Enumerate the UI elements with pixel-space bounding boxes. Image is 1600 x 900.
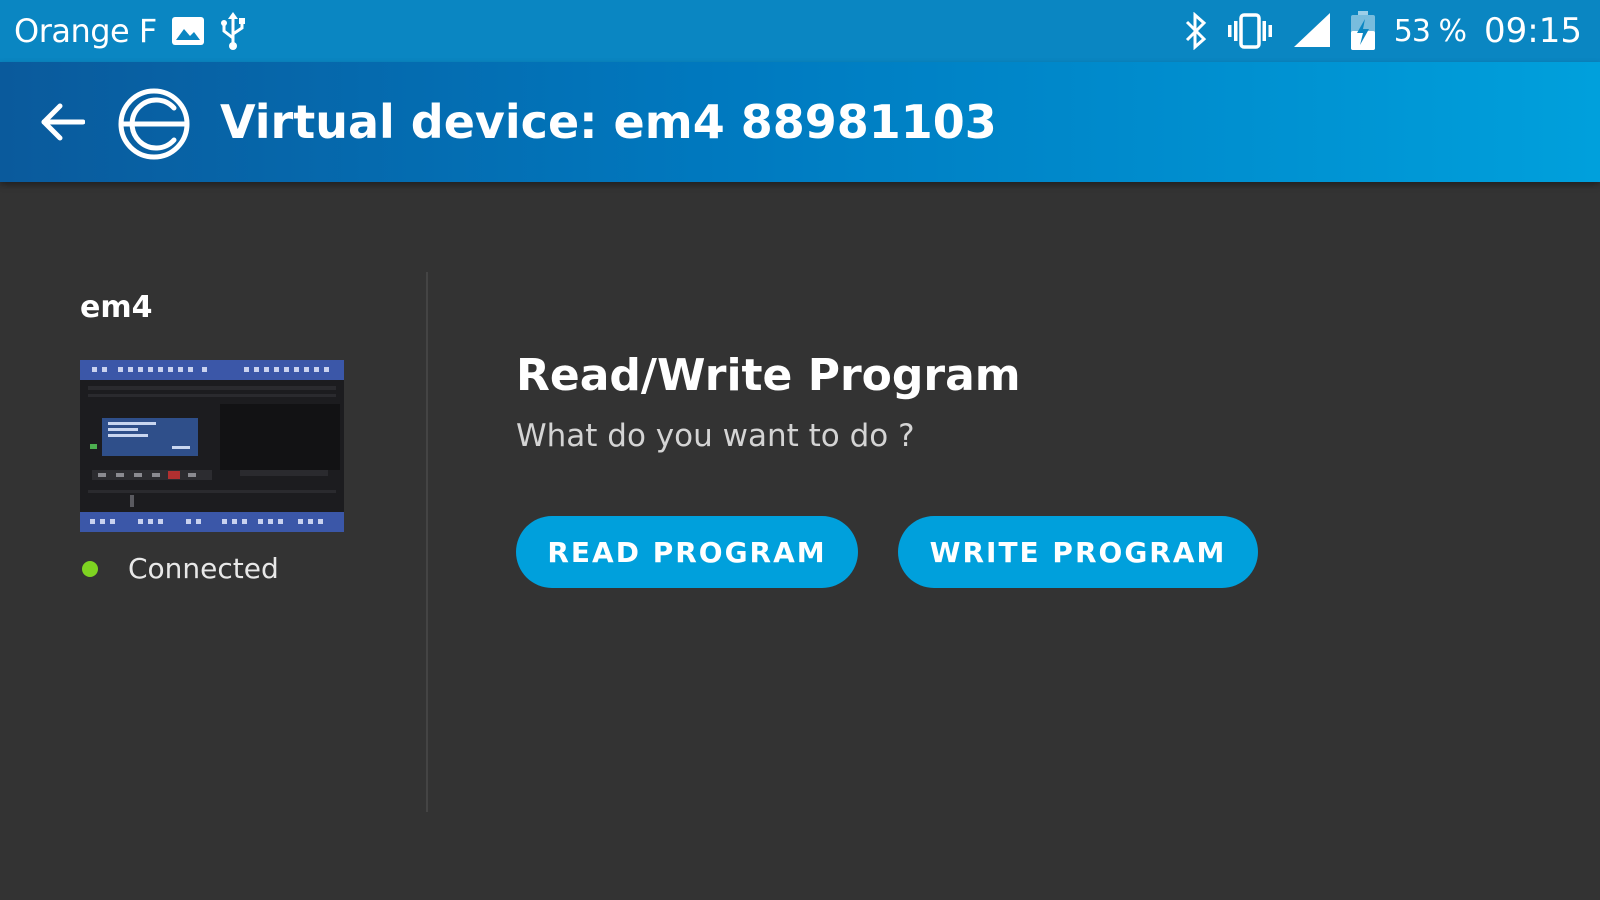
- panel-divider: [426, 272, 428, 812]
- status-bar-left: Orange F: [14, 0, 247, 62]
- status-bar-right: 53 % 09:15: [1184, 0, 1582, 62]
- arrow-left-icon: [41, 103, 85, 141]
- page-title: Virtual device: em4 88981103: [220, 95, 997, 149]
- back-button[interactable]: [32, 92, 92, 152]
- clock: 09:15: [1484, 11, 1582, 51]
- connection-status: Connected: [80, 552, 279, 585]
- battery-percent: 53 %: [1393, 13, 1467, 49]
- connection-status-label: Connected: [128, 552, 279, 585]
- device-panel: em4 Connected: [0, 182, 428, 900]
- device-image: [80, 360, 344, 532]
- write-program-button[interactable]: WRITE PROGRAM: [898, 516, 1258, 588]
- carrier-name: Orange F: [14, 12, 157, 50]
- read-program-button[interactable]: READ PROGRAM: [516, 516, 858, 588]
- screen: Orange F 53 % 09:15 Virtual device: em4 …: [0, 0, 1600, 900]
- signal-icon: [1292, 13, 1332, 49]
- device-name: em4: [80, 290, 153, 325]
- section-subtitle: What do you want to do ?: [516, 418, 915, 454]
- app-logo-icon: [116, 86, 192, 162]
- main-content: Read/Write Program What do you want to d…: [516, 182, 1516, 682]
- status-bar: Orange F 53 % 09:15: [0, 0, 1600, 62]
- battery-charging-icon: [1350, 11, 1376, 51]
- usb-icon: [219, 12, 247, 50]
- status-dot-icon: [82, 560, 98, 577]
- image-notification-icon: [171, 16, 205, 46]
- app-bar: Virtual device: em4 88981103: [0, 62, 1600, 182]
- section-title: Read/Write Program: [516, 350, 1021, 401]
- bluetooth-icon: [1184, 12, 1208, 50]
- vibrate-icon: [1226, 13, 1274, 49]
